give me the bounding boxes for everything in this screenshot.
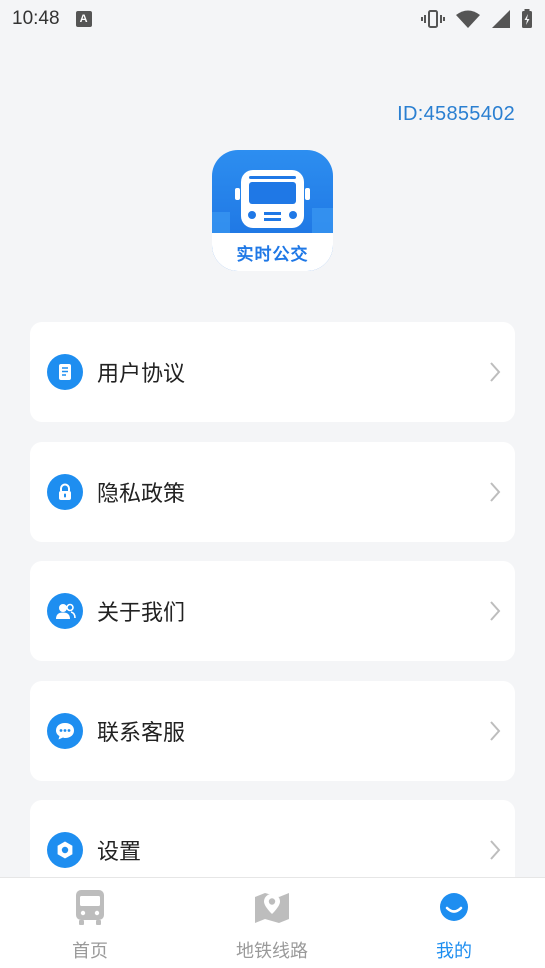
battery-icon: [522, 9, 532, 28]
settings-icon: [47, 832, 83, 868]
users-icon: [47, 593, 83, 629]
document-icon: [47, 354, 83, 390]
menu-label: 关于我们: [97, 601, 186, 626]
status-icons: [421, 9, 533, 29]
chevron-right-icon: [490, 482, 501, 502]
profile-icon: [437, 888, 471, 926]
status-time: 10:48: [12, 8, 60, 29]
nav-tab-home[interactable]: 首页: [0, 878, 180, 968]
bottom-nav: 首页 地铁线路 我的: [0, 877, 545, 968]
signal-icon: [492, 10, 510, 28]
menu-label: 隐私政策: [97, 482, 186, 507]
nav-tab-metro[interactable]: 地铁线路: [182, 878, 362, 968]
nav-label: 首页: [72, 941, 108, 962]
menu-item-contact-support[interactable]: 联系客服: [30, 681, 515, 781]
app-logo: 实时公交: [212, 150, 333, 271]
menu-label: 设置: [97, 840, 142, 865]
status-bar: 10:48 A: [0, 0, 545, 38]
chat-icon: [47, 713, 83, 749]
menu-item-privacy-policy[interactable]: 隐私政策: [30, 442, 515, 542]
menu-label: 用户协议: [97, 362, 186, 387]
app-name: 实时公交: [236, 245, 309, 265]
map-icon: [253, 888, 291, 926]
chevron-right-icon: [490, 721, 501, 741]
vibrate-icon: [421, 10, 445, 28]
menu-item-about-us[interactable]: 关于我们: [30, 561, 515, 661]
menu-label: 联系客服: [97, 721, 186, 746]
nav-label: 地铁线路: [236, 941, 308, 962]
chevron-right-icon: [490, 601, 501, 621]
nav-label: 我的: [436, 941, 472, 962]
nav-tab-profile[interactable]: 我的: [364, 878, 544, 968]
bus-icon: [73, 888, 107, 926]
notification-indicator: A: [75, 11, 92, 27]
menu-item-user-agreement[interactable]: 用户协议: [30, 322, 515, 422]
wifi-icon: [456, 10, 480, 28]
chevron-right-icon: [490, 362, 501, 382]
chevron-right-icon: [490, 840, 501, 860]
user-id: ID:45855402: [397, 103, 515, 125]
lock-icon: [47, 474, 83, 510]
